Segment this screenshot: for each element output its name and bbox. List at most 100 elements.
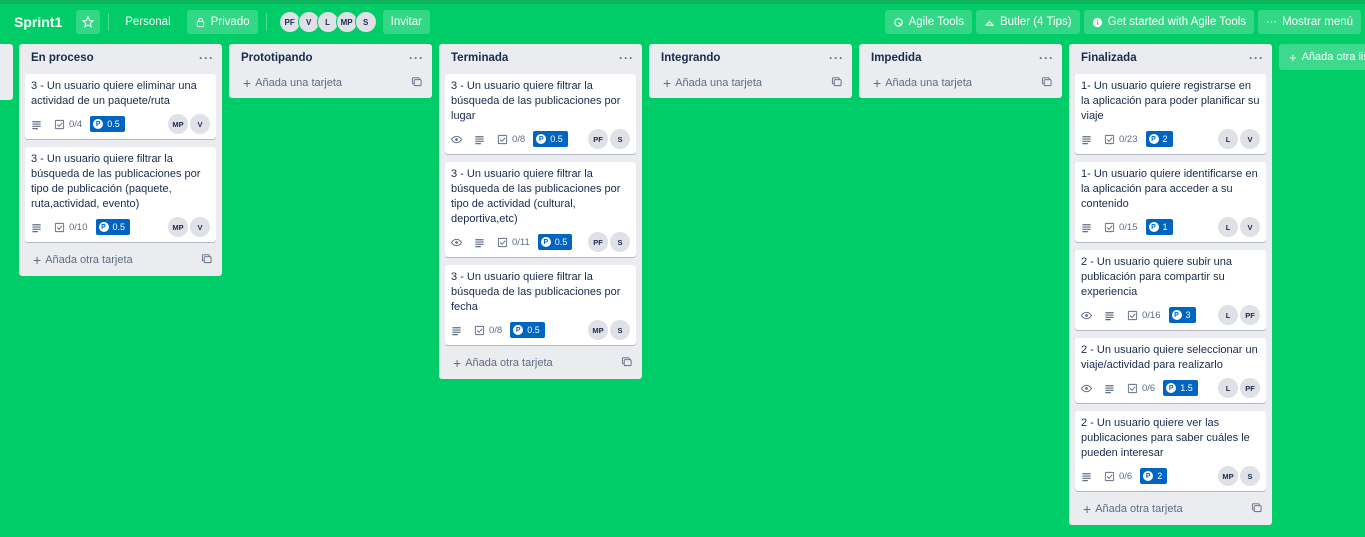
- add-card-button[interactable]: + Añada otra tarjeta: [453, 355, 553, 371]
- add-card-button[interactable]: + Añada otra tarjeta: [33, 252, 133, 268]
- board-title[interactable]: Sprint1: [8, 10, 68, 34]
- card[interactable]: 2 - Un usuario quiere seleccionar un via…: [1075, 338, 1266, 403]
- card-badges: 0/4 P 0.5 MP V: [31, 113, 210, 135]
- invite-button[interactable]: Invitar: [382, 10, 430, 34]
- card[interactable]: 3 - Un usuario quiere filtrar la búsqued…: [445, 162, 636, 257]
- card-title: 2 - Un usuario quiere ver las publicacio…: [1081, 417, 1250, 459]
- member-avatar[interactable]: PF: [588, 129, 608, 149]
- list-title[interactable]: Prototipando: [241, 52, 313, 64]
- member-avatar[interactable]: S: [610, 129, 630, 149]
- list-title[interactable]: Integrando: [661, 52, 720, 64]
- points-value: 3: [1185, 310, 1191, 320]
- list-column: Impedida ··· + Añada una tarjeta: [859, 44, 1062, 98]
- card-badges: 0/15 P 1 L V: [1081, 216, 1260, 238]
- list-menu-icon[interactable]: ···: [199, 51, 214, 65]
- card-template-button[interactable]: [621, 356, 632, 370]
- member-avatar[interactable]: L: [1218, 378, 1238, 398]
- points-badge: P1: [1145, 219, 1173, 235]
- member-avatar[interactable]: L: [1218, 129, 1238, 149]
- card[interactable]: 3 - Un usuario quiere filtrar la búsqued…: [445, 74, 636, 154]
- card-title: 3 - Un usuario quiere filtrar la búsqued…: [451, 271, 621, 313]
- member-avatar[interactable]: MP: [168, 114, 188, 134]
- points-value: 0.5: [527, 325, 540, 335]
- card-template-button[interactable]: [1251, 502, 1262, 516]
- card-members: PF S: [588, 129, 630, 149]
- card-template-button[interactable]: [411, 76, 422, 90]
- card-title: 2 - Un usuario quiere seleccionar un via…: [1081, 344, 1258, 371]
- points-badge: P 0.5: [537, 234, 573, 250]
- card[interactable]: 3 - Un usuario quiere filtrar la búsqued…: [445, 265, 636, 345]
- card-template-button[interactable]: [831, 76, 842, 90]
- agile-tools-button[interactable]: Agile Tools: [884, 10, 972, 34]
- add-list-button[interactable]: + Añada otra lista: [1279, 44, 1365, 70]
- card[interactable]: 2 - Un usuario quiere ver las publicacio…: [1075, 411, 1266, 491]
- list-title[interactable]: Finalizada: [1081, 52, 1137, 64]
- member-avatar[interactable]: S: [354, 11, 377, 33]
- card[interactable]: 3 - Un usuario quiere eliminar una activ…: [25, 74, 216, 139]
- card[interactable]: 1- Un usuario quiere identificarse en la…: [1075, 162, 1266, 242]
- add-card-button[interactable]: + Añada una tarjeta: [663, 75, 762, 91]
- header-actions: Agile Tools Butler (4 Tips) Get started …: [884, 10, 1365, 34]
- member-avatar[interactable]: PF: [1240, 378, 1260, 398]
- get-started-button[interactable]: Get started with Agile Tools: [1083, 10, 1255, 34]
- show-menu-label: Mostrar menú: [1282, 16, 1353, 28]
- card-badges: 0/16 P 3 L PF: [1081, 304, 1260, 326]
- member-avatar[interactable]: V: [1240, 217, 1260, 237]
- checklist-icon: [54, 222, 65, 232]
- member-avatar[interactable]: MP: [168, 217, 188, 237]
- member-avatar[interactable]: PF: [588, 232, 608, 252]
- list-column: Prototipando ··· + Añada una tarjeta: [229, 44, 432, 98]
- member-avatar[interactable]: S: [610, 232, 630, 252]
- member-avatar[interactable]: V: [1240, 129, 1260, 149]
- add-card-button[interactable]: + Añada otra tarjeta: [1083, 501, 1183, 517]
- visibility-button[interactable]: Privado: [186, 10, 258, 34]
- list-title[interactable]: Terminada: [451, 52, 508, 64]
- list-menu-icon[interactable]: ···: [829, 51, 844, 65]
- show-menu-button[interactable]: ··· Mostrar menú: [1258, 10, 1361, 34]
- description-badge: [474, 237, 489, 248]
- member-avatar[interactable]: L: [1218, 217, 1238, 237]
- checklist-badge: 0/4: [54, 119, 82, 130]
- member-avatar[interactable]: MP: [1218, 466, 1238, 486]
- member-avatar[interactable]: PF: [1240, 305, 1260, 325]
- member-avatar[interactable]: S: [610, 320, 630, 340]
- member-avatar[interactable]: L: [1218, 305, 1238, 325]
- list-menu-icon[interactable]: ···: [1249, 51, 1264, 65]
- points-value: 0.5: [550, 134, 563, 144]
- card-template-icon: [1041, 77, 1052, 87]
- checklist-count: 0/8: [512, 133, 526, 145]
- card-template-button[interactable]: [1041, 76, 1052, 90]
- checklist-badge: 0/11: [497, 237, 530, 248]
- points-value: 0.5: [107, 119, 120, 129]
- member-avatar[interactable]: S: [1240, 466, 1260, 486]
- list-title[interactable]: En proceso: [31, 52, 94, 64]
- member-avatar[interactable]: V: [190, 114, 210, 134]
- checklist-icon: [1104, 471, 1115, 481]
- team-button[interactable]: Personal: [117, 10, 178, 34]
- list-menu-icon[interactable]: ···: [409, 51, 424, 65]
- list-title[interactable]: Impedida: [871, 52, 921, 64]
- card[interactable]: 3 - Un usuario quiere filtrar la búsqued…: [25, 147, 216, 242]
- checklist-badge: 0/23: [1104, 134, 1138, 145]
- eye-icon: [451, 238, 462, 246]
- card[interactable]: 1- Un usuario quiere registrarse en la a…: [1075, 74, 1266, 154]
- list-menu-icon[interactable]: ···: [1039, 51, 1054, 65]
- add-card-button[interactable]: + Añada una tarjeta: [873, 75, 972, 91]
- add-card-button[interactable]: + Añada una tarjeta: [243, 75, 342, 91]
- add-card-label: Añada otra tarjeta: [1095, 503, 1183, 515]
- member-avatar[interactable]: V: [190, 217, 210, 237]
- butler-button[interactable]: Butler (4 Tips): [975, 10, 1080, 34]
- add-card-label: Añada una tarjeta: [675, 77, 763, 89]
- checklist-badge: 0/16: [1127, 310, 1161, 321]
- member-avatar[interactable]: MP: [588, 320, 608, 340]
- checklist-count: 0/11: [512, 236, 530, 248]
- description-badge: [31, 222, 46, 233]
- list-menu-icon[interactable]: ···: [619, 51, 634, 65]
- points-icon: P: [93, 119, 104, 129]
- star-button[interactable]: [76, 10, 101, 34]
- points-badge: P3: [1168, 307, 1196, 323]
- card-template-button[interactable]: [201, 253, 212, 267]
- card[interactable]: 2 - Un usuario quiere subir una publicac…: [1075, 250, 1266, 330]
- points-value: 0.5: [112, 222, 126, 232]
- checklist-badge: 0/8: [474, 325, 502, 336]
